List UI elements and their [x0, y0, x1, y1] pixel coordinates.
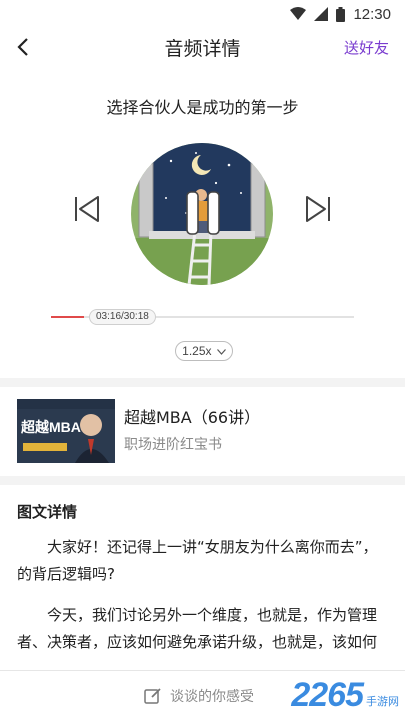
next-track-icon: [306, 196, 330, 222]
watermark-sub: 手游网: [366, 695, 399, 708]
section-title: 图文详情: [17, 503, 78, 521]
course-thumbnail: 超越MBA: [17, 399, 115, 463]
article-paragraph: 大家好！还记得上一讲“女朋友为什么离你而去”，的背后逻辑吗?: [17, 538, 378, 583]
prev-track-icon: [75, 196, 99, 222]
course-card[interactable]: 超越MBA 超越MBA（66讲） 职场进阶红宝书: [0, 387, 405, 476]
status-icons: 12:30: [290, 5, 391, 23]
speed-label: 1.25x: [182, 344, 212, 358]
progress-time-handle[interactable]: 03:16/30:18: [89, 309, 156, 325]
course-subtitle: 职场进阶红宝书: [124, 437, 222, 453]
battery-icon: [336, 6, 346, 22]
course-name: 超越MBA（66讲）: [124, 408, 261, 427]
comment-placeholder: 谈谈的你感受: [170, 689, 254, 705]
edit-icon: [144, 688, 161, 704]
signal-icon: [314, 7, 329, 21]
status-time: 12:30: [353, 5, 391, 23]
share-button[interactable]: 送好友: [344, 37, 389, 58]
course-thumb-title: 超越MBA: [21, 419, 81, 435]
nav-bar: 音频详情 送好友: [0, 28, 405, 66]
pause-button[interactable]: [184, 190, 222, 236]
track-title: 选择合伙人是成功的第一步: [106, 98, 299, 117]
site-watermark: 2265 手游网: [291, 678, 399, 712]
article-body: 大家好！还记得上一讲“女朋友为什么离你而去”，的背后逻辑吗? 今天，我们讨论另外…: [17, 534, 389, 670]
comment-input[interactable]: 谈谈的你感受: [144, 685, 254, 707]
previous-track-button[interactable]: [72, 195, 102, 223]
watermark-logo: 2265: [291, 676, 364, 714]
chevron-down-icon: [216, 348, 226, 355]
article-paragraph: 今天，我们讨论另外一个维度，也就是，作为管理者、决策者，应该如何避免承诺升级，也…: [17, 606, 378, 651]
status-bar: 12:30: [0, 0, 405, 28]
next-track-button[interactable]: [303, 195, 333, 223]
progress-fill: [51, 316, 84, 318]
pause-icon: [186, 191, 220, 235]
section-divider: [0, 476, 405, 485]
section-divider: [0, 378, 405, 387]
wifi-icon: [290, 7, 307, 20]
playback-speed-button[interactable]: 1.25x: [175, 341, 233, 361]
